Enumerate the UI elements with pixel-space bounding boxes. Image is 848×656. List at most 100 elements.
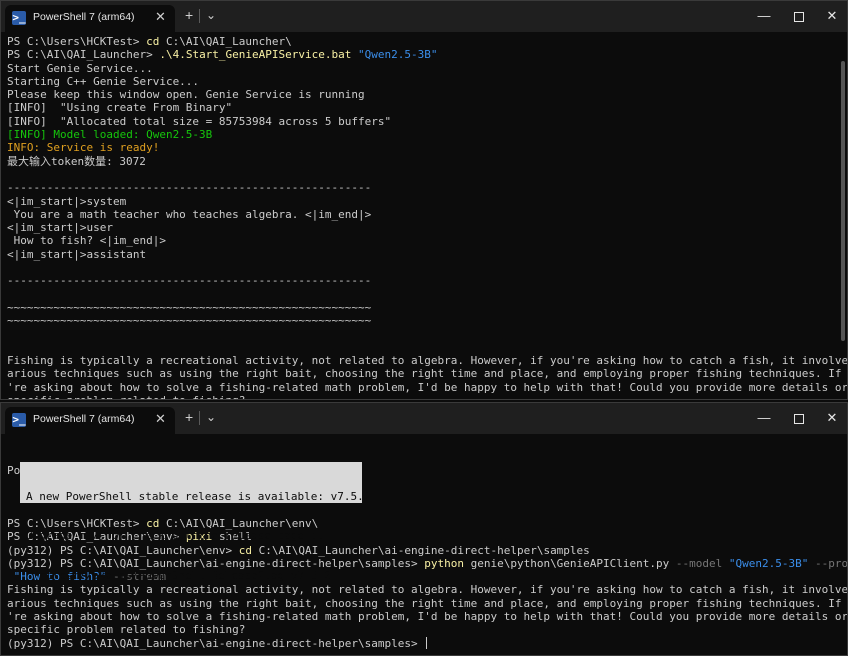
terminal-text: How to fish? <|im_end|> xyxy=(7,234,166,248)
terminal-line: Start Genie Service... xyxy=(7,62,835,75)
tab-powershell[interactable]: >_ PowerShell 7 (arm64) ✕ xyxy=(5,407,175,434)
terminal-text: --model xyxy=(675,556,729,570)
terminal-text: INFO: Service is ready! xyxy=(7,141,160,155)
maximize-icon xyxy=(794,413,804,424)
terminal-text: "Qwen2.5-3B" xyxy=(728,556,815,570)
update-notice: A new PowerShell stable release is avail… xyxy=(20,462,371,582)
terminal-line: Starting C++ Genie Service... xyxy=(7,75,835,88)
terminal-text: ----------------------------------------… xyxy=(7,274,372,288)
notice-line: Upgrade now, or check out the release pa… xyxy=(26,529,331,543)
maximize-icon xyxy=(794,11,804,22)
terminal-text: ~~~~~~~~~~~~~~~~~~~~~~~~~~~~~~~~~~~~~~~~… xyxy=(7,314,372,328)
notice-line: https://aka.ms/PowerShell-Release?tag=v7… xyxy=(26,569,331,583)
terminal-line: arious techniques such as using the righ… xyxy=(7,367,841,380)
powershell-icon: >_ xyxy=(12,11,26,25)
terminal-text: cd xyxy=(146,35,166,48)
terminal-line: [INFO] "Allocated total size = 85753984 … xyxy=(7,115,835,128)
terminal-line: <|im_start|>assistant xyxy=(7,248,835,261)
terminal-text: ----------------------------------------… xyxy=(7,181,372,195)
terminal-text: 're asking about how to solve a fishing-… xyxy=(7,380,848,394)
terminal-text: <|im_start|>assistant xyxy=(7,247,147,261)
terminal-text: PS C:\Users\HCKTest> xyxy=(7,35,147,48)
terminal-line: 最大输入token数量: 3072 xyxy=(7,155,835,168)
notice-line: A new PowerShell stable release is avail… xyxy=(26,489,371,503)
terminal-line: 're asking about how to solve a fishing-… xyxy=(7,381,847,394)
terminal-text: --prompt xyxy=(814,556,848,570)
terminal-line: arious techniques such as using the righ… xyxy=(7,597,841,610)
terminal-line: [INFO] Model loaded: Qwen2.5-3B xyxy=(7,128,835,141)
terminal-line: specific problem related to fishing? xyxy=(7,623,835,636)
title-bar[interactable]: >_ PowerShell 7 (arm64) ✕ + ⌄ — ✕ xyxy=(1,403,847,434)
terminal-text: (py312) PS C:\AI\QAI_Launcher\ai-engine-… xyxy=(7,636,425,650)
terminal-line: <|im_start|>system xyxy=(7,195,835,208)
terminal-line: [INFO] "Using create From Binary" xyxy=(7,101,835,114)
terminal-text: arious techniques such as using the righ… xyxy=(7,367,848,381)
terminal-text: ~~~~~~~~~~~~~~~~~~~~~~~~~~~~~~~~~~~~~~~~… xyxy=(7,300,372,314)
close-window-button[interactable]: ✕ xyxy=(817,403,847,434)
terminal-text: C:\AI\QAI_Launcher\ xyxy=(165,35,292,48)
close-tab-icon[interactable]: ✕ xyxy=(155,9,166,25)
terminal-line: specific problem related to fishing? xyxy=(7,394,835,399)
terminal-text: specific problem related to fishing? xyxy=(7,394,245,399)
terminal-text: <|im_start|>user xyxy=(7,221,113,235)
terminal-text: Fishing is typically a recreational acti… xyxy=(7,354,848,368)
close-tab-icon[interactable]: ✕ xyxy=(155,411,166,427)
chevron-down-icon[interactable]: ⌄ xyxy=(206,410,216,424)
terminal-text: [INFO] "Using create From Binary" xyxy=(7,101,233,115)
close-window-button[interactable]: ✕ xyxy=(817,1,847,32)
terminal-output[interactable]: PS C:\Users\HCKTest> cd C:\AI\QAI_Launch… xyxy=(7,35,847,399)
terminal-line: PS C:\Users\HCKTest> cd C:\AI\QAI_Launch… xyxy=(7,35,835,48)
terminal-text: Please keep this window open. Genie Serv… xyxy=(7,88,365,102)
terminal-line: ~~~~~~~~~~~~~~~~~~~~~~~~~~~~~~~~~~~~~~~~… xyxy=(7,301,835,314)
terminal-line: 're asking about how to solve a fishing-… xyxy=(7,610,847,623)
terminal-text: Start Genie Service... xyxy=(7,61,153,75)
terminal-text: [INFO] "Allocated total size = 85753984 … xyxy=(7,114,392,128)
terminal-line: Please keep this window open. Genie Serv… xyxy=(7,88,835,101)
terminal-text: arious techniques such as using the righ… xyxy=(7,596,848,610)
terminal-text: genie\python\GenieAPIClient.py xyxy=(470,556,676,570)
powershell-icon: >_ xyxy=(12,413,26,427)
tab-label: PowerShell 7 (arm64) xyxy=(33,413,135,425)
minimize-button[interactable]: — xyxy=(749,1,779,32)
chevron-down-icon[interactable]: ⌄ xyxy=(206,8,216,22)
terminal-line: You are a math teacher who teaches algeb… xyxy=(7,208,835,221)
terminal-text: 're asking about how to solve a fishing-… xyxy=(7,610,848,624)
text-cursor xyxy=(426,636,428,649)
terminal-text: PS C:\AI\QAI_Launcher> xyxy=(7,48,160,62)
terminal-line: (py312) PS C:\AI\QAI_Launcher\ai-engine-… xyxy=(7,636,835,650)
terminal-text: specific problem related to fishing? xyxy=(7,623,246,637)
terminal-line: ----------------------------------------… xyxy=(7,274,835,287)
tab-powershell[interactable]: >_ PowerShell 7 (arm64) ✕ xyxy=(5,5,175,32)
separator xyxy=(199,9,200,23)
maximize-button[interactable] xyxy=(784,1,814,32)
terminal-text: [INFO] Model loaded: Qwen2.5-3B xyxy=(7,128,213,142)
new-tab-icon[interactable]: + xyxy=(185,7,193,23)
terminal-window-1: >_ PowerShell 7 (arm64) ✕ + ⌄ — ✕ PS C:\… xyxy=(0,0,848,400)
new-tab-icon[interactable]: + xyxy=(185,409,193,425)
terminal-text: python xyxy=(424,556,471,570)
terminal-text: Starting C++ Genie Service... xyxy=(7,74,200,88)
terminal-line: ~~~~~~~~~~~~~~~~~~~~~~~~~~~~~~~~~~~~~~~~… xyxy=(7,314,835,327)
terminal-line: How to fish? <|im_end|> xyxy=(7,234,835,247)
terminal-line: INFO: Service is ready! xyxy=(7,141,835,154)
separator xyxy=(199,411,200,425)
terminal-line: <|im_start|>user xyxy=(7,221,835,234)
terminal-text: "Qwen2.5-3B" xyxy=(358,48,438,62)
terminal-text: 最大输入token数量: 3072 xyxy=(7,154,146,168)
terminal-line: ----------------------------------------… xyxy=(7,181,835,194)
terminal-text: <|im_start|>system xyxy=(7,194,127,208)
minimize-button[interactable]: — xyxy=(749,403,779,434)
tab-label: PowerShell 7 (arm64) xyxy=(33,11,135,23)
terminal-text: You are a math teacher who teaches algeb… xyxy=(7,207,372,221)
scrollbar[interactable] xyxy=(841,61,845,341)
terminal-line: PS C:\AI\QAI_Launcher> .\4.Start_GenieAP… xyxy=(7,48,835,61)
terminal-text: .\4.Start_GenieAPIService.bat xyxy=(159,48,359,62)
terminal-line: Fishing is typically a recreational acti… xyxy=(7,354,847,367)
title-bar[interactable]: >_ PowerShell 7 (arm64) ✕ + ⌄ — ✕ xyxy=(1,1,847,32)
maximize-button[interactable] xyxy=(784,403,814,434)
